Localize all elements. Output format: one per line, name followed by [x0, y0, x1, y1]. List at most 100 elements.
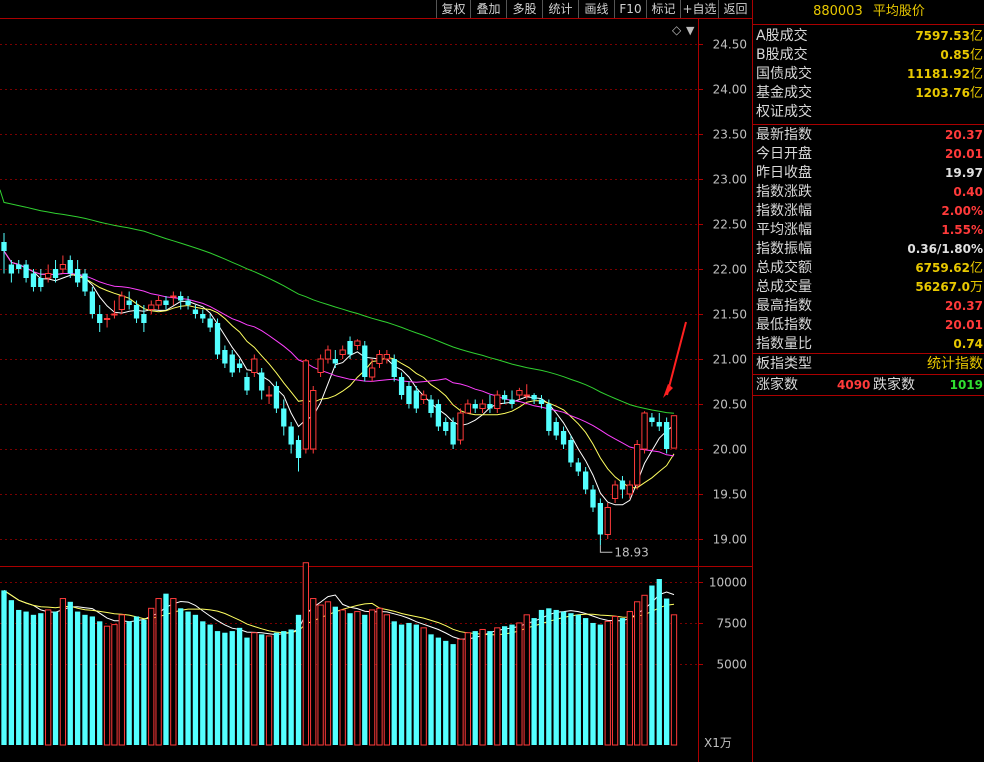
- price-tick-label: 23.50: [713, 128, 747, 142]
- candle-body: [229, 354, 235, 373]
- volume-bar: [604, 620, 611, 746]
- toolbar-button[interactable]: 叠加: [470, 0, 506, 18]
- stat-unit: 亿: [969, 67, 983, 82]
- triangle-down-icon[interactable]: ▼: [686, 24, 695, 37]
- toolbar-button[interactable]: +自选: [680, 0, 718, 18]
- price-tick-label: 22.50: [713, 218, 747, 232]
- toolbar-button[interactable]: 画线: [578, 0, 614, 18]
- candle-body: [450, 422, 456, 445]
- stat-value: 1.55%: [941, 221, 983, 240]
- stat-row: 指数涨跌 0.40: [753, 183, 984, 202]
- volume-bar: [310, 598, 317, 746]
- candle-body: [383, 354, 391, 360]
- candle-body: [604, 507, 611, 535]
- panel-title: 880003 平均股价: [753, 0, 984, 24]
- candle-body: [273, 386, 280, 409]
- stat-row: 最新指数 20.37: [753, 126, 984, 145]
- stat-number: 20.01: [945, 147, 983, 161]
- stat-label: 指数涨幅: [756, 203, 812, 219]
- candle-body: [391, 359, 397, 377]
- candle-body: [23, 264, 29, 278]
- candle-body: [265, 394, 273, 397]
- stat-unit: 亿: [969, 261, 983, 276]
- volume-bar: [133, 616, 140, 745]
- info-panel: 880003 平均股价 A股成交 7597.53亿 B股成交 0.85亿 国债成交 111…: [752, 0, 984, 762]
- stat-value: 11181.92亿: [907, 65, 983, 84]
- arrow-shaft: [666, 321, 687, 396]
- stat-value: 20.37: [945, 297, 983, 316]
- volume-bar: [148, 607, 155, 746]
- candle-body: [641, 412, 648, 450]
- candle-body: [259, 372, 265, 391]
- candle-body: [464, 403, 471, 414]
- stat-row: 国债成交 11181.92亿: [753, 65, 984, 84]
- volume-bar: [472, 631, 478, 745]
- candle-body: [118, 295, 125, 310]
- stat-number: 7597.53: [915, 29, 970, 43]
- volume-bar: [619, 618, 626, 745]
- candle-body: [244, 377, 250, 391]
- volume-bar: [207, 624, 213, 745]
- volume-bar: [155, 598, 162, 746]
- volume-bar: [457, 638, 464, 746]
- volume-bar: [103, 625, 111, 746]
- volume-bar: [494, 627, 501, 746]
- volume-bar: [443, 640, 449, 745]
- stat-label: 最高指数: [756, 298, 812, 314]
- price-tick-label: 22.00: [713, 263, 747, 277]
- volume-bar: [74, 611, 81, 745]
- candle-body: [538, 399, 545, 404]
- stat-label: 基金成交: [756, 85, 812, 101]
- stat-number: 20.37: [945, 128, 983, 142]
- stat-row: 指数振幅 0.36/1.80%: [753, 240, 984, 259]
- stat-number: 20.37: [945, 299, 983, 313]
- volume-bar: [170, 598, 177, 746]
- candle-body: [590, 489, 596, 508]
- toolbar-button[interactable]: 统计: [542, 0, 578, 18]
- toolbar-button[interactable]: 多股: [506, 0, 542, 18]
- stat-value: 20.37: [945, 126, 983, 145]
- candle-body: [111, 313, 118, 316]
- toolbar-button[interactable]: 返回: [718, 0, 752, 18]
- volume-bar: [656, 579, 662, 745]
- volume-tick-label: 10000: [709, 576, 747, 590]
- diamond-icon[interactable]: ◇: [672, 23, 682, 37]
- toolbar-button[interactable]: F10: [614, 0, 646, 18]
- volume-bar: [118, 614, 125, 746]
- candle-body: [281, 408, 287, 427]
- candle-body: [82, 273, 88, 292]
- candle-body: [560, 431, 567, 445]
- low-value-label: 18.93: [614, 545, 648, 559]
- volume-bar: [560, 611, 567, 745]
- volume-tick-label: 5000: [716, 658, 747, 672]
- stat-row: 最高指数 20.37: [753, 297, 984, 316]
- stat-row: 权证成交: [753, 103, 984, 122]
- volume-bar: [368, 609, 376, 746]
- price-tick-label: 19.50: [713, 488, 747, 502]
- stat-number: 0.40: [953, 185, 983, 199]
- volume-bar: [1, 590, 7, 745]
- volume-bar: [236, 627, 243, 745]
- volume-bar: [435, 637, 442, 745]
- volume-bar: [281, 631, 287, 745]
- volume-bar: [339, 609, 346, 746]
- stat-label: 指数涨跌: [756, 184, 812, 200]
- volume-bar: [670, 614, 678, 746]
- candle-body: [288, 426, 294, 445]
- volume-bar: [324, 601, 332, 746]
- candle-body: [597, 503, 604, 535]
- ma20-line: [3, 250, 675, 457]
- stat-number: 0.74: [953, 337, 983, 351]
- volume-bar: [200, 621, 206, 745]
- candle-body: [472, 404, 478, 409]
- candle-body: [420, 394, 427, 400]
- kline-chart[interactable]: 24.50 24.00 23.50 23.00 22.50 22.00 21.50 21.00…: [0, 0, 752, 762]
- toolbar-button[interactable]: 复权: [436, 0, 470, 18]
- stat-label: B股成交: [756, 47, 808, 63]
- toolbar-button[interactable]: 标记: [646, 0, 680, 18]
- stat-number: 20.01: [945, 318, 983, 332]
- volume-bar: [214, 631, 221, 745]
- candle-body: [207, 318, 213, 328]
- candle-body: [634, 444, 641, 486]
- volume-unit-label: X1万: [704, 736, 732, 750]
